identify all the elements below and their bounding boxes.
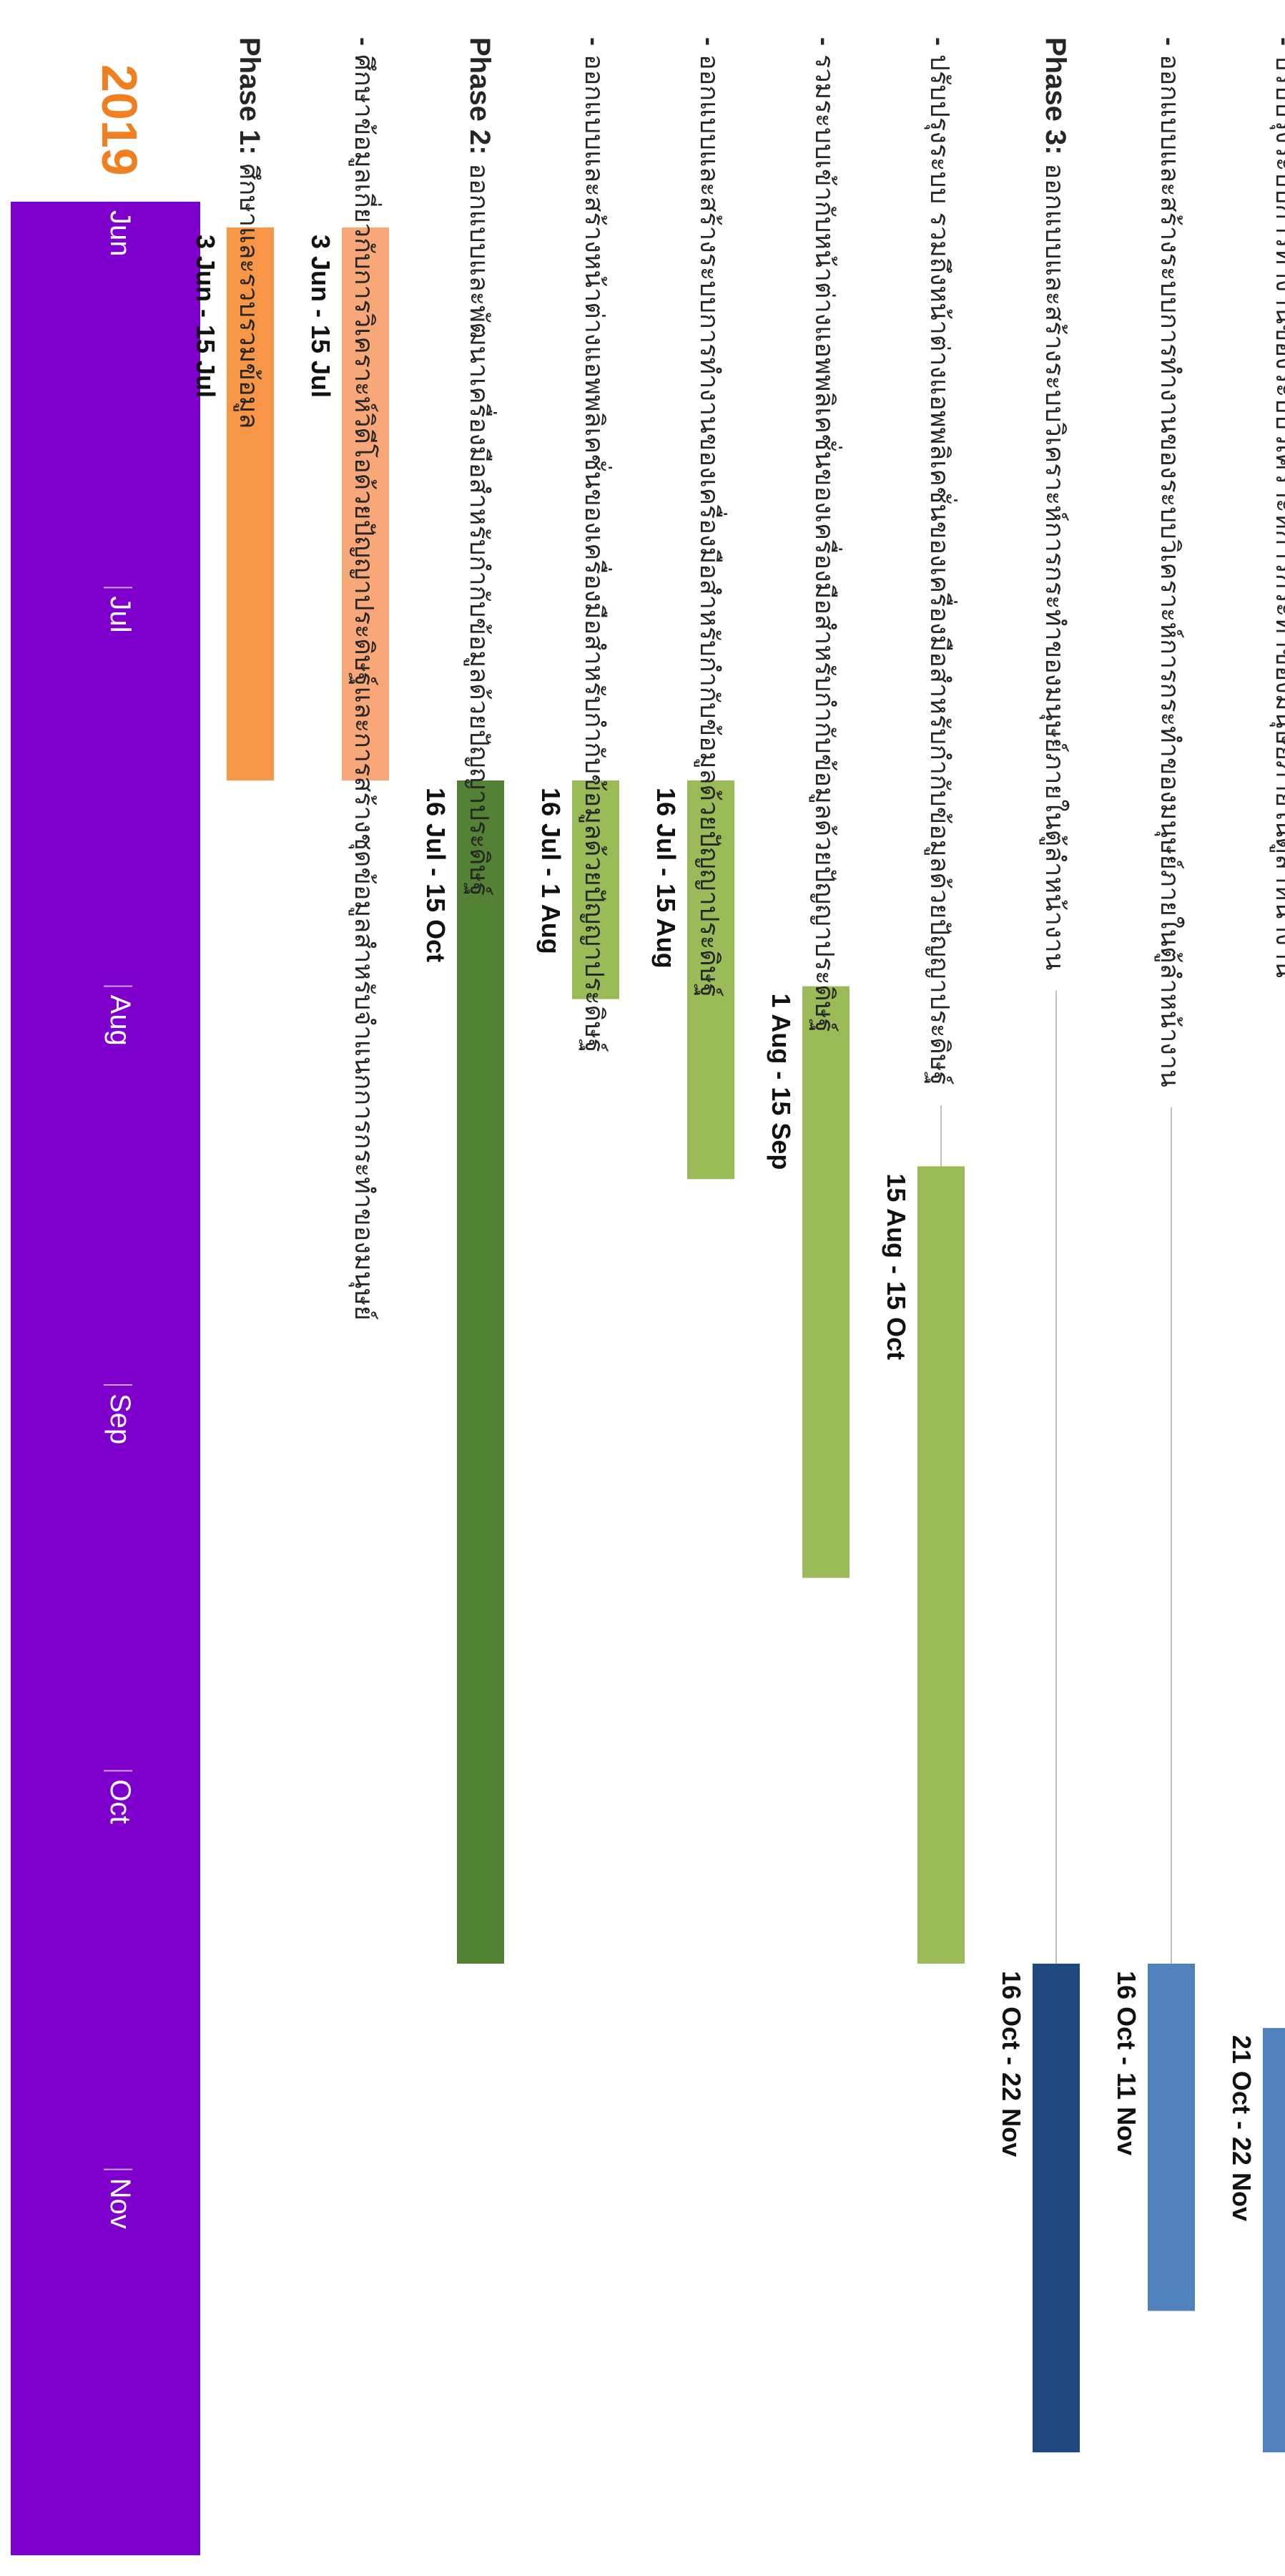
task-label: - ออกแบบและสร้างระบบการทำงานของระบบวิเครา… xyxy=(1154,37,1185,1087)
month-label: Sep xyxy=(104,1394,136,1444)
task-label: - ออกแบบและสร้างระบบการทำงานของเครื่องมือ… xyxy=(694,37,727,997)
date-label: 1 Aug - 15 Sep xyxy=(767,994,796,1170)
year-label: 2019 xyxy=(92,64,147,176)
month-label: Aug xyxy=(104,995,136,1046)
date-label: 16 Jul - 15 Oct xyxy=(421,788,451,962)
task-label: - ศึกษาข้อมูลเกี่ยวกับการวิเคราะห์วิดีโอด… xyxy=(348,37,382,1321)
task-title: - xyxy=(1156,37,1185,46)
task-bar xyxy=(1033,1964,1080,2453)
rotated-gantt-stage: Jun Jul Aug Sep Oct Nov 2019 Phase 1: ศึกษาและ… xyxy=(0,0,1285,2576)
task-label: - รวมระบบเข้ากับหน้าต่างแอพพลิเคชั่นของเค… xyxy=(809,37,842,1032)
task-label: Phase 3: ออกแบบและสร้างระบบวิเคราะห์การกร… xyxy=(1039,37,1071,970)
task-title: - xyxy=(695,37,724,46)
task-bar xyxy=(1148,1964,1195,2311)
task-text: ออกแบบและสร้างระบบวิเคราะห์การกระทำของมน… xyxy=(1039,164,1070,971)
timescale-band: Jun Jul Aug Sep Oct Nov xyxy=(11,202,200,2555)
date-label: 3 Jun - 15 Jul xyxy=(306,235,335,398)
task-bar xyxy=(1263,2027,1285,2453)
date-label: 16 Jul - 15 Aug xyxy=(651,788,681,969)
task-text: ปรับปรุงระบบ รวมถึงหน้าต่างแอพพลิเคชั่นข… xyxy=(924,54,957,1085)
task-label: - ออกแบบและสร้างหน้าต่างแอพพลิเคชั่นของเค… xyxy=(579,37,612,1053)
date-label: 16 Jul - 1 Aug xyxy=(536,788,566,954)
task-label: Phase 2: ออกแบบและพัฒนาเครื่องมือสำหรับกำ… xyxy=(463,37,497,896)
task-title: - xyxy=(580,37,609,46)
task-title: - xyxy=(925,37,955,46)
task-text: ออกแบบและสร้างระบบการทำงานของระบบวิเคราะ… xyxy=(1154,54,1185,1087)
task-title: - xyxy=(810,37,840,46)
task-text: ศึกษาและรวบรวมข้อมูล xyxy=(233,164,263,429)
task-text: รวมระบบเข้ากับหน้าต่างแอพพลิเคชั่นของเคร… xyxy=(809,54,842,1032)
task-title: - xyxy=(1271,37,1285,46)
task-text: ปรับปรุงระบบการทำงานของระบบวิเคราะห์การก… xyxy=(1269,54,1285,978)
task-bar xyxy=(917,1166,965,1964)
date-label: 15 Aug - 15 Oct xyxy=(882,1173,911,1360)
task-label: Phase 1: ศึกษาและรวบรวมข้อมูล xyxy=(233,37,265,428)
date-label: 16 Oct - 11 Nov xyxy=(1112,1971,1141,2155)
date-label: 3 Jun - 15 Jul xyxy=(191,235,220,398)
month-label: Jul xyxy=(104,596,136,632)
month-label: Oct xyxy=(104,1779,136,1823)
month-label: Jun xyxy=(104,210,136,257)
task-text: ศึกษาข้อมูลเกี่ยวกับการวิเคราะห์วิดีโอด้… xyxy=(348,54,382,1321)
task-labels: Phase 1: ศึกษาและรวบรวมข้อมูล - ศึกษาข้อมูล… xyxy=(233,37,1285,1321)
task-title: Phase 2: xyxy=(464,37,496,155)
task-title: Phase 3: xyxy=(1040,37,1071,155)
task-title: - xyxy=(350,37,379,46)
date-label: 16 Oct - 22 Nov xyxy=(997,1971,1026,2157)
task-label: - ปรับปรุงระบบ รวมถึงหน้าต่างแอพพลิเคชั่น… xyxy=(924,37,957,1085)
task-title: Phase 1: xyxy=(234,37,265,155)
task-label: - ปรับปรุงระบบการทำงานของระบบวิเคราะห์การ… xyxy=(1269,37,1285,978)
task-text: ออกแบบและพัฒนาเครื่องมือสำหรับกำกับข้อมู… xyxy=(463,164,497,896)
task-bar xyxy=(802,986,850,1578)
date-label: 21 Oct - 22 Nov xyxy=(1227,2035,1256,2221)
leader-lines xyxy=(940,990,1172,1964)
year-label-group: 2019 xyxy=(92,64,147,176)
gantt-chart: Jun Jul Aug Sep Oct Nov 2019 Phase 1: ศึกษาและ… xyxy=(11,37,1285,2555)
task-text: ออกแบบและสร้างหน้าต่างแอพพลิเคชั่นของเคร… xyxy=(579,54,612,1053)
month-label: Nov xyxy=(104,2178,136,2229)
task-bar xyxy=(457,780,504,1964)
task-text: ออกแบบและสร้างระบบการทำงานของเครื่องมือส… xyxy=(694,54,727,997)
